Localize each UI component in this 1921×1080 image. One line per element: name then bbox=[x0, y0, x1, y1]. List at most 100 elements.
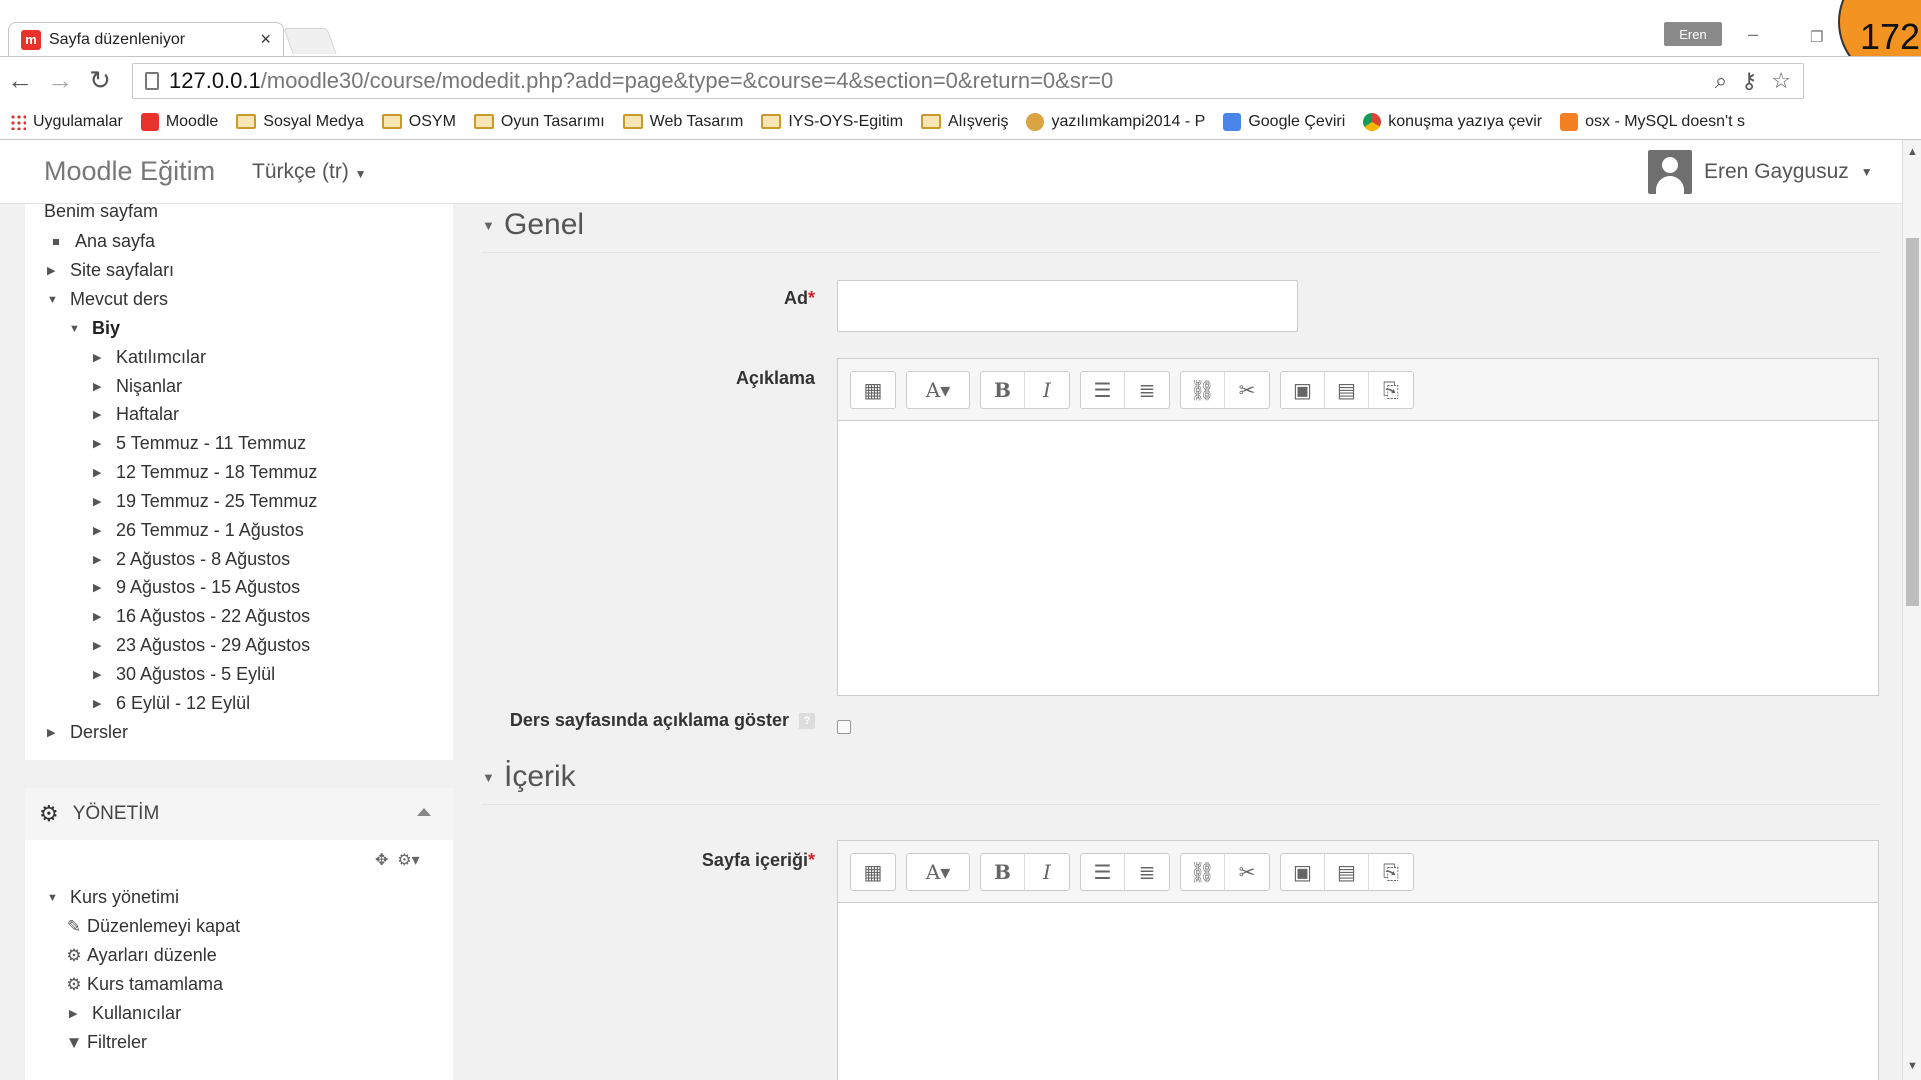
url-path: /moodle30/course/modedit.php?add=page&ty… bbox=[260, 68, 1114, 93]
navigation-block: Benim sayfam Ana sayfa ▶ Site sayfaları … bbox=[25, 204, 453, 760]
administration-header[interactable]: ⚙ YÖNETİM bbox=[25, 788, 453, 840]
italic-icon[interactable]: I bbox=[1025, 372, 1069, 408]
scroll-thumb[interactable] bbox=[1906, 238, 1919, 606]
admin-item[interactable]: ✎ Düzenlemeyi kapat bbox=[65, 916, 240, 937]
name-input[interactable] bbox=[837, 280, 1298, 332]
bookmark-link[interactable]: Google Çeviri bbox=[1223, 112, 1345, 131]
manage-files-icon[interactable]: ⎘ bbox=[1369, 854, 1413, 890]
nav-site-pages[interactable]: ▶ Site sayfaları bbox=[47, 260, 174, 281]
toolbar-toggle-icon[interactable]: ▦ bbox=[851, 372, 895, 408]
link-icon[interactable]: ⛓ bbox=[1181, 371, 1225, 408]
browser-tab-active[interactable]: m Sayfa düzenleniyor × bbox=[8, 22, 284, 56]
media-icon[interactable]: ▤ bbox=[1325, 853, 1369, 890]
bookmark-apps[interactable]: Uygulamalar bbox=[10, 113, 123, 131]
admin-item[interactable]: ▼ Filtreler bbox=[65, 1032, 147, 1053]
nav-course-item[interactable]: ▶ 2 Ağustos - 8 Ağustos bbox=[93, 549, 290, 570]
profile-button[interactable]: Eren bbox=[1664, 22, 1722, 46]
bullet-icon bbox=[47, 238, 65, 245]
required-icon: * bbox=[807, 850, 815, 870]
nav-course[interactable]: ▼ Biy bbox=[69, 318, 120, 339]
show-description-checkbox[interactable] bbox=[837, 720, 851, 734]
key-icon[interactable]: ⚷ bbox=[1741, 68, 1757, 94]
unlink-icon[interactable]: ✂ bbox=[1225, 372, 1269, 408]
nav-my-page[interactable]: Benim sayfam bbox=[44, 204, 158, 222]
ordered-list-icon[interactable]: ≣ bbox=[1125, 372, 1169, 408]
nav-course-item[interactable]: ▶ 16 Ağustos - 22 Ağustos bbox=[93, 606, 310, 627]
unlink-icon[interactable]: ✂ bbox=[1225, 854, 1269, 890]
media-icon[interactable]: ▤ bbox=[1325, 371, 1369, 408]
help-icon[interactable]: ? bbox=[799, 713, 815, 730]
unordered-list-icon[interactable]: ☰ bbox=[1081, 853, 1125, 890]
unordered-list-icon[interactable]: ☰ bbox=[1081, 371, 1125, 408]
back-icon[interactable]: ← bbox=[0, 65, 40, 96]
link-icon[interactable]: ⛓ bbox=[1181, 853, 1225, 890]
collapse-block-icon[interactable] bbox=[417, 808, 431, 816]
bold-icon[interactable]: B bbox=[981, 371, 1025, 408]
nav-course-item[interactable]: ▶ 23 Ağustos - 29 Ağustos bbox=[93, 635, 310, 656]
description-textarea[interactable] bbox=[838, 421, 1878, 695]
language-menu[interactable]: Türkçe ‎(tr)‎ ▼ bbox=[252, 160, 367, 184]
url-input[interactable]: 127.0.0.1/moodle30/course/modedit.php?ad… bbox=[132, 63, 1804, 99]
section-general-header[interactable]: ▼ Genel bbox=[482, 208, 1880, 253]
bold-icon[interactable]: B bbox=[981, 853, 1025, 890]
nav-course-item[interactable]: ▶ 9 Ağustos - 15 Ağustos bbox=[93, 577, 300, 598]
admin-item[interactable]: ▶ Kullanıcılar bbox=[69, 1003, 181, 1024]
bookmark-folder[interactable]: Oyun Tasarımı bbox=[473, 113, 605, 131]
zoom-icon[interactable]: ⌕ bbox=[1715, 68, 1727, 94]
nav-courses[interactable]: ▶ Dersler bbox=[47, 722, 128, 743]
tab-close-icon[interactable]: × bbox=[260, 29, 271, 50]
nav-course-item[interactable]: ▶ 12 Temmuz - 18 Temmuz bbox=[93, 462, 317, 483]
nav-home[interactable]: Ana sayfa bbox=[47, 231, 155, 252]
page-scrollbar[interactable]: ▲ ▼ bbox=[1902, 140, 1921, 1080]
minimize-icon[interactable]: – bbox=[1748, 24, 1758, 45]
image-icon[interactable]: ▣ bbox=[1281, 371, 1325, 408]
nav-course-item[interactable]: ▶ Haftalar bbox=[93, 404, 179, 425]
chevron-down-icon: ▼ bbox=[69, 322, 80, 335]
admin-course-admin[interactable]: ▼ Kurs yönetimi bbox=[47, 887, 179, 908]
bookmark-link[interactable]: yazılımkampi2014 - P bbox=[1026, 112, 1205, 131]
move-block-icon[interactable]: ✥ bbox=[375, 852, 388, 869]
filter-icon: ▼ bbox=[65, 1032, 83, 1052]
section-content-header[interactable]: ▼ İçerik bbox=[482, 760, 1880, 805]
nav-course-item[interactable]: ▶ 26 Temmuz - 1 Ağustos bbox=[93, 520, 304, 541]
image-icon[interactable]: ▣ bbox=[1281, 853, 1325, 890]
bookmark-moodle[interactable]: Moodle bbox=[140, 112, 218, 131]
reload-icon[interactable]: ↻ bbox=[80, 65, 120, 96]
scroll-down-icon[interactable]: ▼ bbox=[1907, 1060, 1918, 1072]
new-tab-button[interactable] bbox=[283, 28, 337, 54]
scroll-up-icon[interactable]: ▲ bbox=[1907, 146, 1918, 158]
nav-current-course[interactable]: ▼ Mevcut ders bbox=[47, 289, 168, 310]
user-menu[interactable]: Eren Gaygusuz ▼ bbox=[1648, 150, 1873, 194]
nav-course-item[interactable]: ▶ 19 Temmuz - 25 Temmuz bbox=[93, 491, 317, 512]
nav-course-item[interactable]: ▶ 30 Ağustos - 5 Eylül bbox=[93, 664, 275, 685]
block-settings-icon[interactable]: ⚙▾ bbox=[397, 852, 419, 869]
chevron-right-icon: ▶ bbox=[93, 640, 102, 652]
italic-icon[interactable]: I bbox=[1025, 854, 1069, 890]
forward-icon[interactable]: → bbox=[40, 65, 80, 96]
ordered-list-icon[interactable]: ≣ bbox=[1125, 854, 1169, 890]
nav-course-item[interactable]: ▶ Katılımcılar bbox=[93, 347, 206, 368]
bookmark-folder[interactable]: OSYM bbox=[381, 113, 456, 131]
bookmark-link[interactable]: konuşma yazıya çevir bbox=[1363, 112, 1542, 131]
manage-files-icon[interactable]: ⎘ bbox=[1369, 372, 1413, 408]
toolbar-toggle-icon[interactable]: ▦ bbox=[851, 854, 895, 890]
admin-item[interactable]: ⚙ Kurs tamamlama bbox=[65, 974, 223, 995]
font-style-icon[interactable]: A▾ bbox=[907, 854, 969, 890]
bookmark-folder[interactable]: Sosyal Medya bbox=[236, 113, 364, 131]
site-brand[interactable]: Moodle Eğitim bbox=[44, 156, 215, 187]
chevron-right-icon: ▶ bbox=[93, 496, 102, 508]
restore-icon[interactable]: ❐ bbox=[1810, 28, 1823, 46]
bookmark-star-icon[interactable]: ☆ bbox=[1771, 68, 1791, 94]
nav-course-item[interactable]: ▶ Nişanlar bbox=[93, 376, 182, 397]
bookmark-folder[interactable]: IYS-OYS-Egitim bbox=[761, 113, 903, 131]
bookmark-folder[interactable]: Web Tasarım bbox=[622, 113, 743, 131]
page-content-label: Sayfa içeriği* bbox=[701, 850, 815, 870]
nav-course-item[interactable]: ▶ 6 Eylül - 12 Eylül bbox=[93, 693, 250, 714]
bookmark-link[interactable]: osx - MySQL doesn't s bbox=[1560, 112, 1745, 131]
font-style-icon[interactable]: A▾ bbox=[907, 372, 969, 408]
admin-item[interactable]: ⚙ Ayarları düzenle bbox=[65, 945, 216, 966]
bookmark-folder[interactable]: Alışveriş bbox=[921, 113, 1008, 131]
page-content-textarea[interactable] bbox=[838, 903, 1878, 1080]
nav-course-item[interactable]: ▶ 5 Temmuz - 11 Temmuz bbox=[93, 433, 306, 454]
chrome-icon bbox=[1363, 112, 1382, 131]
